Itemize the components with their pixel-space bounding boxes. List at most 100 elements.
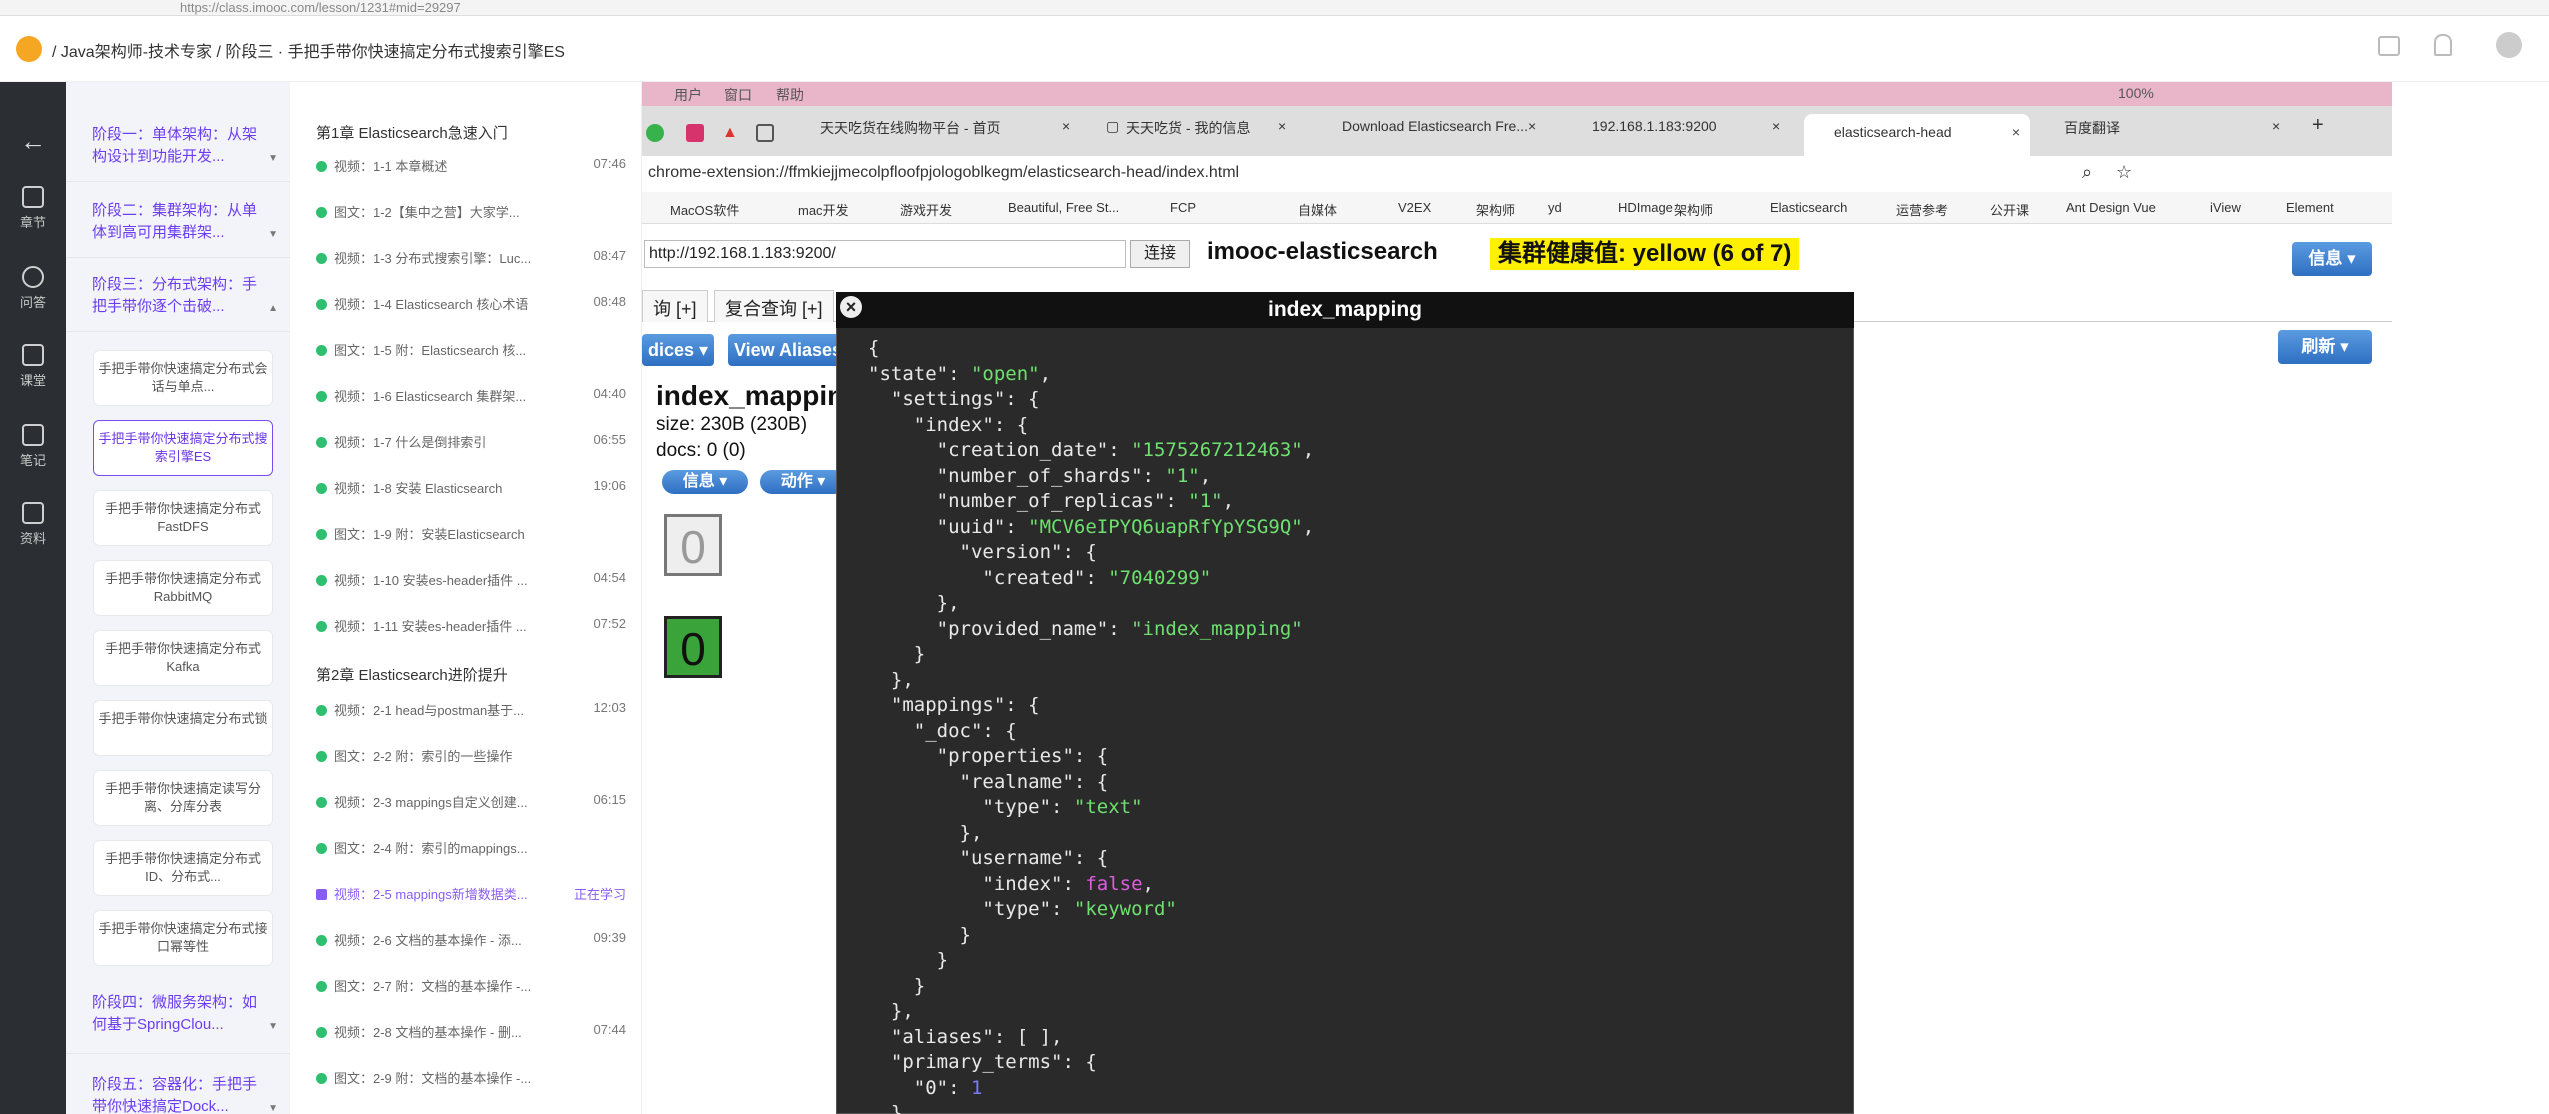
stage-item[interactable]: 阶段三：分布式架构：手把手带你逐个击破... ▲ <box>66 262 290 332</box>
close-icon[interactable]: × <box>1528 118 1548 150</box>
chevron-down-icon: ▼ <box>268 1021 278 1032</box>
cart-icon[interactable] <box>2378 36 2400 56</box>
shard-box-unassigned[interactable]: 0 <box>664 514 722 576</box>
json-line: "realname": { <box>868 770 1109 793</box>
substage-item[interactable]: 手把手带你快速搞定分布式RabbitMQ <box>93 560 273 616</box>
substage-item[interactable]: 手把手带你快速搞定分布式Kafka <box>93 630 273 686</box>
tab-compound-query[interactable]: 复合查询 [+] <box>714 290 834 322</box>
bookmark-item[interactable]: V2EX <box>1398 200 1431 215</box>
new-tab-plus-icon[interactable]: + <box>2312 114 2332 146</box>
rail-item-chapters[interactable]: 章节 <box>0 186 66 231</box>
lesson-item[interactable]: 视频：2-6 文档的基本操作 - 添... 09:39 <box>316 930 626 954</box>
bookmark-item[interactable]: Elasticsearch <box>1770 200 1847 215</box>
site-logo-icon[interactable] <box>16 36 42 62</box>
bookmark-item[interactable]: 游戏开发 <box>900 200 952 219</box>
bookmark-item[interactable]: iView <box>2210 200 2241 215</box>
view-aliases-button[interactable]: View Aliases <box>728 334 848 366</box>
browser-tab[interactable]: 天天吃货 - 我的信息 <box>1126 118 1296 150</box>
lesson-item[interactable]: 图文：1-9 附：安装Elasticsearch <box>316 524 626 548</box>
browser-tab-active[interactable]: elasticsearch-head × <box>1804 114 2030 156</box>
close-icon[interactable]: × <box>2272 118 2292 150</box>
lesson-item[interactable]: 图文：1-5 附：Elasticsearch 核... <box>316 340 626 364</box>
rail-item-class[interactable]: 课堂 <box>0 344 66 389</box>
bookmark-item[interactable]: Beautiful, Free St... <box>1008 200 1119 215</box>
puzzle-icon[interactable] <box>756 124 774 142</box>
tab-query[interactable]: 询 [+] <box>642 290 708 322</box>
substage-item[interactable]: 手把手带你快速搞定分布式接口幂等性 <box>93 910 273 966</box>
star-icon[interactable]: ☆ <box>2116 162 2132 183</box>
lesson-item[interactable]: 视频：1-8 安装 Elasticsearch 19:06 <box>316 478 626 502</box>
substage-item[interactable]: 手把手带你快速搞定分布式FastDFS <box>93 490 273 546</box>
index-info-button[interactable]: 信息 ▾ <box>662 470 748 494</box>
bookmark-item[interactable]: Element <box>2286 200 2334 215</box>
stage-item[interactable]: 阶段四：微服务架构：如何基于SpringClou... ▼ <box>66 980 290 1054</box>
lesson-item[interactable]: 视频：2-1 head与postman基于... 12:03 <box>316 700 626 724</box>
browser-tab[interactable]: 天天吃货在线购物平台 - 首页 <box>820 118 1100 150</box>
es-url-input[interactable] <box>644 240 1126 268</box>
lesson-item[interactable]: 视频：1-6 Elasticsearch 集群架... 04:40 <box>316 386 626 410</box>
lesson-item[interactable]: 视频：2-5 mappings新增数据类... 正在学习 <box>316 884 626 908</box>
lesson-item[interactable]: 视频：1-7 什么是倒排索引 06:55 <box>316 432 626 456</box>
stage-item[interactable]: 阶段五：容器化：手把手带你快速搞定Dock... ▼ <box>66 1062 290 1114</box>
wechat-icon[interactable] <box>646 124 664 142</box>
bell-icon[interactable] <box>2434 34 2452 56</box>
app-icon[interactable] <box>686 124 704 142</box>
substage-item-active[interactable]: 手把手带你快速搞定分布式搜索引擎ES <box>93 420 273 476</box>
menu-item[interactable]: 窗口 <box>724 85 752 105</box>
bookmark-item[interactable]: 架构师 <box>1674 200 1713 219</box>
bookmark-item[interactable]: mac开发 <box>798 200 849 219</box>
lesson-item[interactable]: 图文：1-2【集中之营】大家学... <box>316 202 626 226</box>
shard-box[interactable]: 0 <box>664 616 722 678</box>
stage-item[interactable]: 阶段一：单体架构：从架构设计到功能开发... ▼ <box>66 112 290 182</box>
bookmark-item[interactable]: 自媒体 <box>1298 200 1337 219</box>
bookmark-item[interactable]: MacOS软件 <box>670 200 739 219</box>
bookmark-item[interactable]: yd <box>1548 200 1562 215</box>
rail-item-qa[interactable]: 问答 <box>0 266 66 311</box>
menu-item[interactable]: 帮助 <box>776 85 804 105</box>
lesson-item[interactable]: 视频：2-8 文档的基本操作 - 删... 07:44 <box>316 1022 626 1046</box>
lesson-item[interactable]: 图文：2-7 附：文档的基本操作 -... <box>316 976 626 1000</box>
lesson-item[interactable]: 视频：1-4 Elasticsearch 核心术语 08:48 <box>316 294 626 318</box>
browser-tab[interactable]: 192.168.1.183:9200 <box>1592 118 1762 150</box>
lesson-item[interactable]: 视频：1-10 安装es-header插件 ... 04:54 <box>316 570 626 594</box>
close-icon[interactable]: × <box>1772 118 1792 150</box>
stage-item[interactable]: 阶段二：集群架构：从单体到高可用集群架... ▼ <box>66 188 290 258</box>
substage-item[interactable]: 手把手带你快速搞定分布式会话与单点... <box>93 350 273 406</box>
substage-item[interactable]: 手把手带你快速搞定分布式锁 <box>93 700 273 756</box>
bookmark-item[interactable]: 运营参考 <box>1896 200 1948 219</box>
bookmark-item[interactable]: HDImage <box>1618 200 1673 215</box>
browser-address-bar[interactable]: chrome-extension://ffmkiejjmecolpfloofpj… <box>642 156 2392 192</box>
connect-button[interactable]: 连接 <box>1130 240 1190 268</box>
menu-item[interactable]: 用户 <box>674 85 702 105</box>
rail-item-notes[interactable]: 笔记 <box>0 424 66 469</box>
address-text[interactable]: chrome-extension://ffmkiejjmecolpfloofpj… <box>648 164 1239 182</box>
index-action-button[interactable]: 动作 ▾ <box>760 470 846 494</box>
indices-sort-button[interactable]: dices ▾ <box>642 334 714 366</box>
info-dropdown-button[interactable]: 信息 ▾ <box>2292 242 2372 276</box>
close-icon[interactable]: × <box>1278 118 1298 150</box>
lesson-item[interactable]: 视频：1-1 本章概述 07:46 <box>316 156 626 180</box>
breadcrumb[interactable]: / Java架构师-技术专家 / 阶段三 · 手把手带你快速搞定分布式搜索引擎E… <box>52 38 565 62</box>
flame-icon[interactable]: ▲ <box>722 124 740 142</box>
close-icon[interactable]: × <box>840 296 862 318</box>
lesson-item[interactable]: 视频：2-3 mappings自定义创建... 06:15 <box>316 792 626 816</box>
check-circle-icon <box>316 889 327 900</box>
browser-tab[interactable]: 百度翻译 <box>2064 118 2234 150</box>
bookmark-item[interactable]: FCP <box>1170 200 1196 215</box>
bookmark-item[interactable]: 公开课 <box>1990 200 2029 219</box>
substage-item[interactable]: 手把手带你快速搞定分布式ID、分布式... <box>93 840 273 896</box>
substage-item[interactable]: 手把手带你快速搞定读写分离、分库分表 <box>93 770 273 826</box>
lesson-item[interactable]: 视频：1-3 分布式搜索引擎：Luc... 08:47 <box>316 248 626 272</box>
lesson-item[interactable]: 图文：2-2 附：索引的一些操作 <box>316 746 626 770</box>
browser-tab[interactable]: Download Elasticsearch Fre... <box>1342 118 1542 150</box>
arrow-left-icon[interactable]: ← <box>0 126 66 157</box>
close-icon[interactable]: × <box>1062 118 1084 150</box>
avatar[interactable] <box>2496 32 2522 58</box>
rail-item-materials[interactable]: 资料 <box>0 502 66 547</box>
lesson-item[interactable]: 图文：2-4 附：索引的mappings... <box>316 838 626 862</box>
lesson-item[interactable]: 图文：2-9 附：文档的基本操作 -... <box>316 1068 626 1092</box>
bookmark-item[interactable]: Ant Design Vue <box>2066 200 2156 215</box>
search-icon[interactable]: ⌕ <box>2082 162 2092 183</box>
lesson-item[interactable]: 视频：1-11 安装es-header插件 ... 07:52 <box>316 616 626 640</box>
bookmark-item[interactable]: 架构师 <box>1476 200 1515 219</box>
